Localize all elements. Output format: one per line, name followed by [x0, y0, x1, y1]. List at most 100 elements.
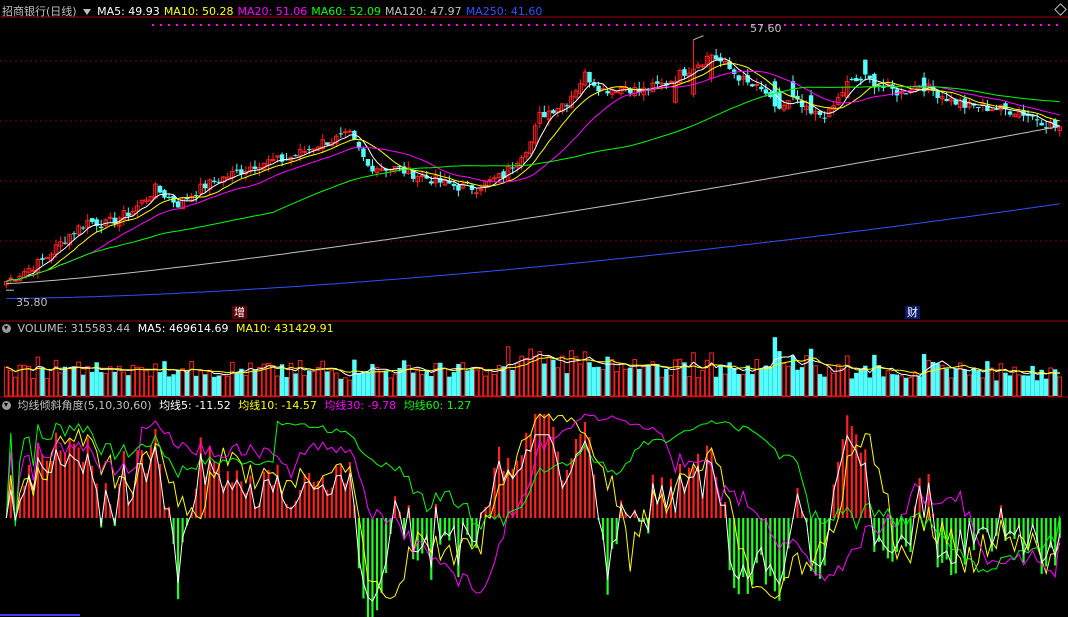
volume-bar [334, 372, 339, 397]
signal-dot [216, 24, 218, 26]
stock-title[interactable]: 招商银行(日线) [2, 5, 77, 18]
collapse-icon[interactable] [2, 401, 11, 410]
volume-bar [808, 348, 814, 396]
volume-bar [474, 369, 479, 397]
volume-bar [957, 362, 963, 397]
signal-dot [840, 24, 842, 26]
volume-bar [433, 363, 439, 397]
volume-bar [315, 366, 321, 397]
volume-bar [465, 370, 470, 396]
volume-bar [994, 380, 999, 396]
candle-body [347, 130, 353, 133]
signal-dot [688, 24, 690, 26]
volume-bar [352, 359, 357, 396]
candle-body [44, 256, 50, 259]
volume-bar [989, 367, 995, 397]
candle-body [302, 150, 307, 153]
zeng-marker[interactable]: 增 [232, 306, 247, 319]
signal-dot [616, 24, 618, 26]
volume-bar [569, 350, 574, 397]
candle-body [750, 84, 755, 87]
volume-bar [1003, 372, 1008, 396]
volume-bar [1021, 375, 1026, 396]
price-header: 招商银行(日线) MA5: 49.93 MA10: 50.28 MA20: 51.0… [2, 5, 550, 19]
volume-bar [1057, 376, 1063, 397]
volume-bar [854, 372, 859, 396]
candle-body [542, 111, 547, 118]
volume-bar [700, 369, 705, 397]
volume-bar [618, 363, 624, 397]
signal-dot [544, 24, 546, 26]
volume-bar [107, 366, 113, 397]
dropdown-icon[interactable] [82, 8, 91, 15]
candle-body [605, 90, 610, 94]
volume-bar [487, 368, 493, 397]
volume-bar [596, 366, 601, 396]
signal-dot [720, 24, 722, 26]
candle-body [71, 233, 77, 235]
volume-bar [505, 346, 511, 397]
ma20-line [6, 70, 1060, 282]
signal-dot [960, 24, 962, 26]
signal-dot [240, 24, 242, 26]
volume-bar [578, 363, 583, 397]
angle-header: 均线倾斜角度(5,10,30,60) 均线5: -11.52 均线10: -14… [2, 399, 475, 413]
candle-body [107, 216, 113, 219]
volume-bar [799, 367, 805, 396]
price-panel[interactable] [3, 35, 1063, 299]
candle-body [193, 195, 199, 197]
volume-bar [659, 376, 665, 397]
signal-dot [488, 24, 490, 26]
volume-bar [605, 356, 610, 396]
ma-label: MA20: 51.06 [237, 5, 308, 18]
candle-body [935, 91, 940, 99]
volume-bar [587, 362, 592, 396]
volume-bar [514, 363, 520, 397]
volume-bar [732, 367, 737, 396]
signal-dot [888, 24, 890, 26]
volume-bar [844, 355, 850, 397]
volume-bar [415, 368, 421, 397]
signal-dot [928, 24, 930, 26]
signal-dot [560, 24, 562, 26]
signal-dot [368, 24, 370, 26]
ma60-line [6, 85, 1060, 282]
signal-dot [848, 24, 850, 26]
volume-bar [275, 375, 280, 397]
volume-bar [641, 365, 647, 397]
high-price-label: 57.60 [750, 22, 782, 35]
signal-dot [328, 24, 330, 26]
volume-bar [148, 375, 154, 397]
volume-bar [1043, 378, 1049, 396]
volume-panel[interactable] [3, 337, 1063, 397]
volume-bar [230, 361, 235, 397]
volume-bar [930, 361, 936, 396]
collapse-icon[interactable] [2, 324, 11, 333]
volume-bar [813, 365, 818, 397]
signal-dot [192, 24, 194, 26]
volume-bar [40, 367, 45, 396]
angle-panel[interactable] [5, 413, 1061, 617]
candle-body [370, 165, 375, 172]
signal-dot [528, 24, 530, 26]
candle-body [682, 69, 687, 76]
signal-dot [208, 24, 210, 26]
low-price-label: 35.80 [16, 296, 48, 309]
volume-bar [885, 370, 891, 397]
candle-body [62, 242, 68, 244]
volume-bar [424, 369, 429, 396]
signal-dot [1056, 24, 1058, 26]
volume-bar [144, 370, 149, 397]
signal-dot [872, 24, 874, 26]
signal-dot [1048, 24, 1050, 26]
volume-bar [243, 374, 249, 397]
cai-marker[interactable]: 财 [905, 306, 920, 319]
signal-dot [808, 24, 810, 26]
signal-dot [288, 24, 290, 26]
volume-bar [881, 376, 886, 396]
volume-bar [948, 377, 954, 397]
volume-bar [560, 355, 565, 397]
volume-bar [953, 369, 958, 396]
signal-dot [952, 24, 954, 26]
volume-bar [673, 359, 678, 397]
